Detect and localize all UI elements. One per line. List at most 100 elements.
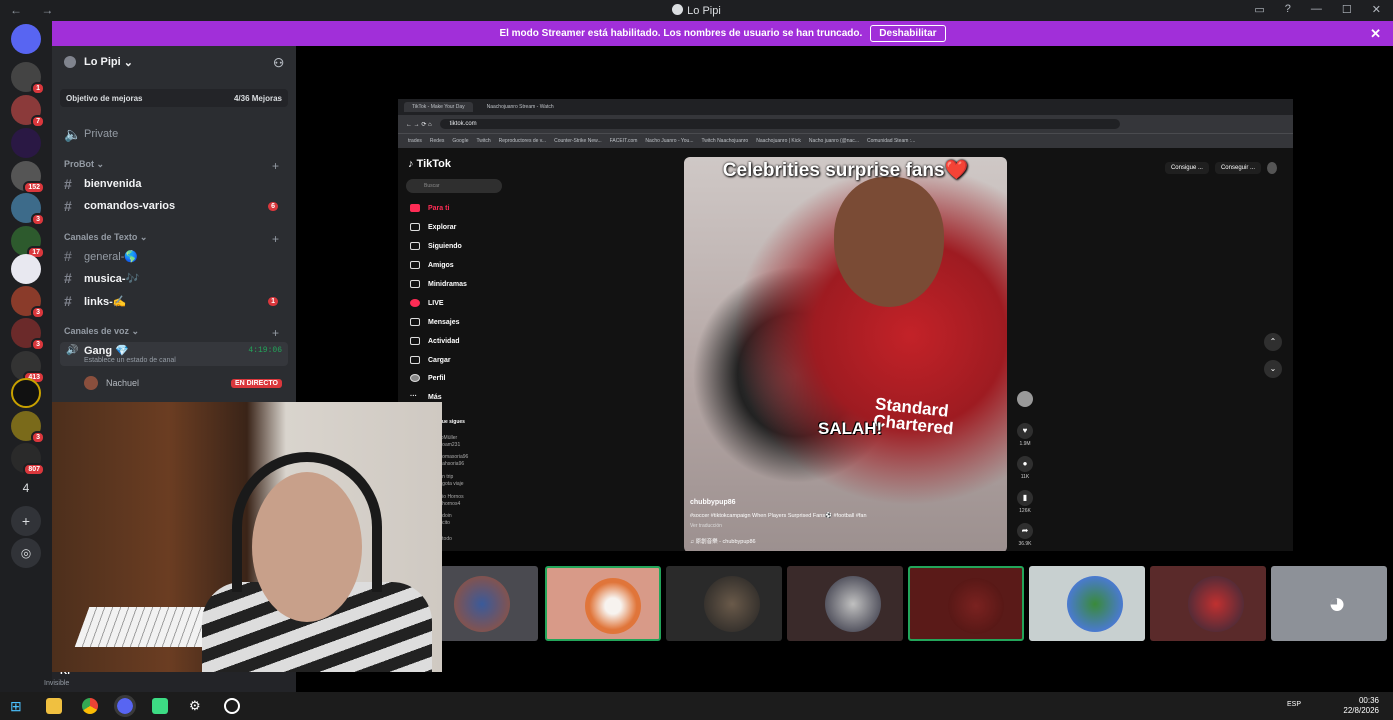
add-channel-icon[interactable]: + xyxy=(272,159,279,173)
participant-tile[interactable] xyxy=(666,566,782,641)
video-music[interactable]: ♫ 原創音樂 - chubbypup86 xyxy=(690,537,756,545)
bookmark[interactable]: Comunidad Steam :... xyxy=(867,138,915,144)
video-author[interactable]: chubbypup86 xyxy=(690,499,736,506)
channel-musica[interactable]: # musica-🎶 xyxy=(60,268,288,288)
following-account[interactable]: ...omasoria96 xyxy=(438,454,468,460)
inbox-icon[interactable]: ▭ xyxy=(1254,3,1264,16)
explore-icon[interactable]: ◎ xyxy=(11,538,41,568)
tiktok-search[interactable]: Buscar xyxy=(406,179,502,193)
participant-tile[interactable] xyxy=(545,566,661,641)
channel-bienvenida[interactable]: # bienvenida xyxy=(60,174,288,194)
chevron-down-icon[interactable]: ⌄ xyxy=(1264,360,1282,378)
url-field[interactable]: tiktok.com xyxy=(439,119,1120,129)
server-icon[interactable]: 807 xyxy=(11,443,45,476)
home-button[interactable] xyxy=(11,24,41,54)
participant-tile[interactable] xyxy=(1029,566,1145,641)
add-server-icon[interactable]: + xyxy=(11,506,41,536)
category-texto[interactable]: Canales de Texto ⌄ + xyxy=(64,232,279,246)
streamed-browser-window[interactable]: TikTok - Make Your Day Naachojuanro Stre… xyxy=(398,99,1293,551)
server-icon[interactable]: 3 xyxy=(11,286,45,319)
obs-icon[interactable] xyxy=(224,698,240,714)
disable-streamer-button[interactable]: Deshabilitar xyxy=(870,25,946,42)
menu-para-ti[interactable]: Para ti xyxy=(410,204,449,212)
browser-tab[interactable]: Naachojuanro Stream - Watch xyxy=(479,102,562,112)
menu-actividad[interactable]: Actividad xyxy=(410,337,460,345)
bookmark[interactable]: Twitch xyxy=(476,138,490,144)
bookmark[interactable]: Naachojuanro | Kick xyxy=(756,138,801,144)
share-button[interactable]: ➦ 36.9K xyxy=(1015,523,1035,547)
menu-cargar[interactable]: Cargar xyxy=(410,356,451,364)
category-probot[interactable]: ProBot ⌄ + xyxy=(64,159,279,173)
settings-icon[interactable]: ⚙ xyxy=(189,698,205,714)
menu-perfil[interactable]: Perfil xyxy=(410,374,446,382)
add-channel-icon[interactable]: + xyxy=(272,232,279,246)
chevron-up-icon[interactable]: ⌃ xyxy=(1264,333,1282,351)
tiktok-logo[interactable]: ♪ TikTok xyxy=(408,158,451,170)
bookmark[interactable]: Twitch Naachojuanro xyxy=(702,138,749,144)
menu-mas[interactable]: ··· Más xyxy=(410,393,442,401)
participant-tile[interactable] xyxy=(787,566,903,641)
menu-siguiendo[interactable]: Siguiendo xyxy=(410,242,462,250)
close-window-button[interactable]: ✕ xyxy=(1372,3,1381,16)
author-avatar[interactable] xyxy=(1015,391,1035,409)
server-icon[interactable]: 3 xyxy=(11,411,45,444)
android-icon[interactable] xyxy=(152,698,168,714)
server-icon[interactable]: 413 xyxy=(11,351,45,384)
server-icon[interactable]: 1 xyxy=(11,62,45,95)
voice-status[interactable]: Establece un estado de canal xyxy=(84,357,176,364)
server-icon[interactable]: 17 xyxy=(11,226,45,259)
voice-member[interactable]: Nachuel EN DIRECTO xyxy=(84,375,288,391)
server-icon[interactable] xyxy=(11,378,41,408)
discord-taskbar-icon[interactable] xyxy=(114,695,136,717)
clock[interactable]: 00:36 22/8/2026 xyxy=(1343,696,1379,716)
channel-private[interactable]: 🔈 Private xyxy=(60,124,288,144)
server-icon[interactable]: 3 xyxy=(11,193,45,226)
get-coins-button[interactable]: Consigue ... xyxy=(1164,162,1209,174)
server-icon[interactable]: 7 xyxy=(11,95,45,128)
nav-buttons[interactable]: ← → ⟳ ⌂ xyxy=(406,121,432,128)
file-explorer-icon[interactable] xyxy=(46,698,62,714)
chrome-icon[interactable] xyxy=(82,698,98,714)
menu-mensajes[interactable]: Mensajes xyxy=(410,318,460,326)
language-indicator[interactable]: ESP xyxy=(1287,701,1301,708)
invite-icon[interactable]: ⚇ xyxy=(273,56,284,70)
help-icon[interactable]: ? xyxy=(1285,3,1291,16)
maximize-button[interactable]: ☐ xyxy=(1342,3,1352,16)
bookmark[interactable]: Redes xyxy=(430,138,444,144)
bookmark[interactable]: FACEIT.com xyxy=(610,138,638,144)
close-icon[interactable]: ✕ xyxy=(1370,26,1381,42)
voice-channel-gang[interactable]: 🔊 Gang 💎 4:19:06 Establece un estado de … xyxy=(60,342,288,366)
profile-avatar[interactable] xyxy=(1267,162,1277,174)
browser-tab[interactable]: TikTok - Make Your Day xyxy=(404,102,473,112)
bookmark[interactable]: Counter-Strike New... xyxy=(554,138,602,144)
bookmark[interactable]: Nacho juanro (@nac... xyxy=(809,138,859,144)
server-icon[interactable]: 3 xyxy=(11,318,45,351)
channel-comandos-varios[interactable]: # comandos-varios 6 xyxy=(60,196,288,216)
participant-tile[interactable]: ◕ xyxy=(1271,566,1387,641)
comment-button[interactable]: ● 11K xyxy=(1015,456,1035,480)
channel-general[interactable]: # general-🌎 xyxy=(60,246,288,266)
menu-minidramas[interactable]: Minidramas xyxy=(410,280,467,288)
add-channel-icon[interactable]: + xyxy=(272,326,279,340)
bookmark[interactable]: trades xyxy=(408,138,422,144)
windows-start-icon[interactable]: ⊞ xyxy=(10,698,26,714)
participant-tile[interactable] xyxy=(908,566,1024,641)
bookmark[interactable]: Reproductores de v... xyxy=(499,138,546,144)
server-header[interactable]: Lo Pipi ⌄ ⚇ xyxy=(52,46,296,78)
minimize-button[interactable]: — xyxy=(1311,3,1322,16)
bookmark[interactable]: Google xyxy=(452,138,468,144)
boost-goal[interactable]: Objetivo de mejoras 4/36 Mejoras xyxy=(60,89,288,107)
channel-links[interactable]: # links-✍ 1 xyxy=(60,291,288,311)
translate-link[interactable]: Ver traducción xyxy=(690,523,722,529)
like-button[interactable]: ♥ 1.9M xyxy=(1015,423,1035,447)
server-icon[interactable] xyxy=(11,254,41,284)
participant-tile[interactable] xyxy=(1150,566,1266,641)
server-count[interactable]: 4 xyxy=(11,473,41,503)
tiktok-video[interactable]: Celebrities surprise fans❤️ Standard Cha… xyxy=(684,157,1007,551)
participant-tile[interactable] xyxy=(440,566,538,641)
bookmark[interactable]: Nacho Juanro - You... xyxy=(645,138,693,144)
server-icon[interactable]: 152 xyxy=(11,161,45,194)
category-voz[interactable]: Canales de voz ⌄ + xyxy=(64,326,279,340)
get-app-button[interactable]: Conseguir ... xyxy=(1214,162,1261,174)
menu-amigos[interactable]: Amigos xyxy=(410,261,454,269)
